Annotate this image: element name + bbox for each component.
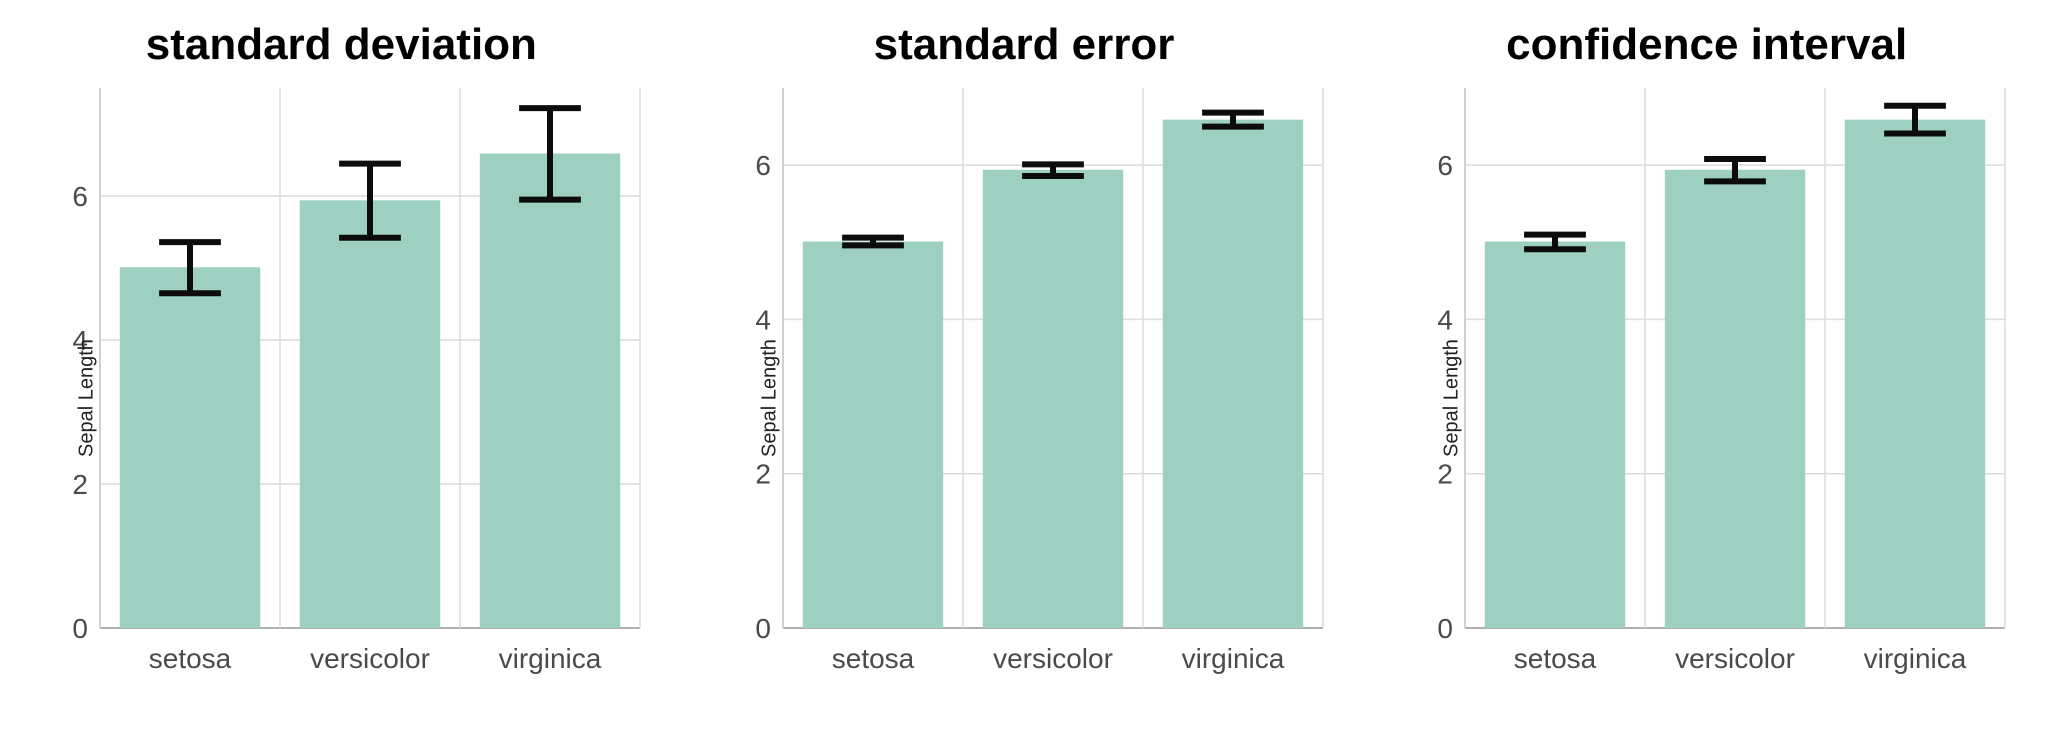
chart-svg: 0246setosaversicolorvirginica [20, 78, 660, 698]
bar-versicolor [1665, 170, 1805, 628]
y-axis-label: Sepal Length [758, 339, 781, 457]
svg-text:4: 4 [755, 304, 771, 335]
panel-standard-deviation: standard deviation Sepal Length 0246seto… [0, 0, 683, 750]
x-tick-label: setosa [1514, 643, 1597, 674]
x-tick-label: virginica [499, 643, 602, 674]
bar-virginica [480, 154, 620, 628]
svg-text:0: 0 [755, 613, 771, 644]
bar-versicolor [982, 170, 1122, 628]
x-tick-label: virginica [1864, 643, 1967, 674]
svg-text:6: 6 [1438, 150, 1454, 181]
chart-svg: 0 2 4 6 setosa versicolor virginica [1385, 78, 2025, 698]
svg-text:2: 2 [1438, 459, 1454, 490]
bar-setosa [1485, 242, 1625, 628]
svg-text:2: 2 [755, 459, 771, 490]
x-tick-label: versicolor [993, 643, 1113, 674]
svg-text:4: 4 [1438, 304, 1454, 335]
svg-text:0: 0 [1438, 613, 1454, 644]
chart-svg: 0 2 4 6 setosa versicolor virginica [703, 78, 1343, 698]
svg-text:2: 2 [72, 469, 88, 500]
bar-virginica [1845, 120, 1985, 628]
y-axis-label: Sepal Length [1441, 339, 1464, 457]
bar-virginica [1162, 120, 1302, 628]
bar-setosa [120, 267, 260, 628]
panel-standard-error: standard error Sepal Length 0 2 4 6 setosa ve… [683, 0, 1366, 750]
panel-confidence-interval: confidence interval Sepal Length 0 2 4 6 set… [1365, 0, 2048, 750]
chart-title: standard error [703, 20, 1346, 70]
chart-area: Sepal Length 0246setosaversicolorvirgini… [20, 78, 663, 718]
bar-setosa [802, 242, 942, 628]
chart-area: Sepal Length 0 2 4 6 setosa versicolor virgini… [703, 78, 1346, 718]
svg-text:6: 6 [755, 150, 771, 181]
bar-versicolor [300, 200, 440, 628]
chart-title: standard deviation [20, 20, 663, 70]
svg-text:6: 6 [72, 181, 88, 212]
chart-row: standard deviation Sepal Length 0 2 4 6 seto… [0, 0, 2048, 750]
svg-text:0: 0 [72, 613, 88, 644]
x-tick-label: versicolor [1675, 643, 1795, 674]
x-tick-label: versicolor [310, 643, 430, 674]
x-tick-label: setosa [149, 643, 232, 674]
x-tick-label: setosa [831, 643, 914, 674]
chart-area: Sepal Length 0 2 4 6 setosa versicolor virgini… [1385, 78, 2028, 718]
chart-title: confidence interval [1385, 20, 2028, 70]
y-axis-label: Sepal Length [75, 339, 98, 457]
x-tick-label: virginica [1181, 643, 1284, 674]
